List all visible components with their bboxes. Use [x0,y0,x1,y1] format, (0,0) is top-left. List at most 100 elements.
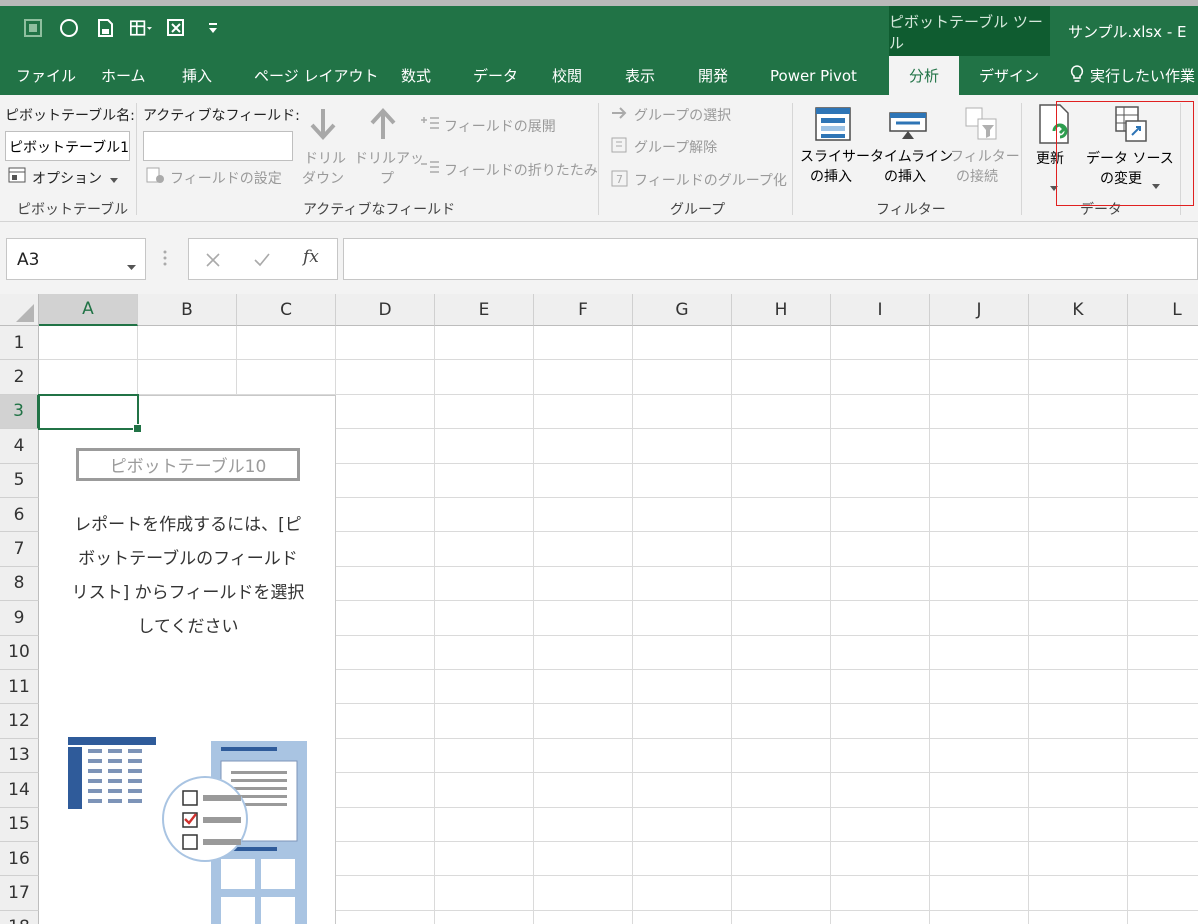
pivot-placeholder-message: レポートを作成するには、[ピ ボットテーブルのフィールド リスト] からフィール… [47,508,329,644]
insert-slicer-button[interactable]: スライサー の挿入 [800,105,870,197]
row-header-8[interactable]: 8 [0,566,39,602]
row-header-18[interactable]: 18 [0,910,39,924]
row-header-15[interactable]: 15 [0,807,39,842]
expand-field-button[interactable]: フィールドの展開 [420,115,556,137]
save-icon[interactable] [94,16,116,40]
column-header-i[interactable]: I [831,294,930,326]
column-header-k[interactable]: K [1029,294,1128,326]
select-all-corner[interactable] [0,294,39,326]
cancel-icon[interactable] [205,252,221,272]
tab-developer[interactable]: 開発 [698,56,728,95]
row-header-10[interactable]: 10 [0,635,39,670]
group-field-label: フィールドのグループ化 [634,173,787,189]
row-header-12[interactable]: 12 [0,704,39,739]
row-header-9[interactable]: 9 [0,601,39,636]
group-field-button[interactable]: 7 フィールドのグループ化 [610,169,787,191]
tab-formulas[interactable]: 数式 [401,56,431,95]
formula-input[interactable] [343,238,1198,280]
row-header-17[interactable]: 17 [0,876,39,911]
column-header-l[interactable]: L [1128,294,1198,326]
column-header-g[interactable]: G [633,294,732,326]
arrow-down-icon [306,107,340,145]
circle-icon[interactable] [58,16,80,40]
row-header-14[interactable]: 14 [0,773,39,808]
table-icon[interactable] [130,16,152,40]
tab-view[interactable]: 表示 [625,56,655,95]
column-header-d[interactable]: D [336,294,435,326]
row-header-1[interactable]: 1 [0,326,39,361]
insert-timeline-button[interactable]: タイムライン の挿入 [870,105,953,197]
active-field-label: アクティブなフィールド: [143,108,300,124]
column-header-e[interactable]: E [435,294,534,326]
pivot-name-input[interactable]: ピボットテーブル10 [5,131,130,161]
row-header-13[interactable]: 13 [0,738,39,774]
tab-data[interactable]: データ [473,56,518,95]
tab-power-pivot[interactable]: Power Pivot [770,56,857,95]
column-header-b[interactable]: B [138,294,237,326]
insert-timeline-label-1: タイムライン [870,149,954,165]
pivot-placeholder[interactable]: ピボットテーブル10 レポートを作成するには、[ピ ボットテーブルのフィールド … [39,395,336,924]
group-label-pivot: ピボットテーブル [17,202,129,218]
svg-text:7: 7 [616,173,623,186]
group-label-group: グループ [670,202,726,218]
row-header-2[interactable]: 2 [0,360,39,395]
gridline [731,326,732,924]
active-field-input[interactable] [143,131,293,161]
drill-up-button[interactable]: ドリルアッ プ [352,107,424,197]
group-separator [792,103,793,215]
row-header-11[interactable]: 11 [0,670,39,705]
column-header-h[interactable]: H [732,294,831,326]
tab-design[interactable]: デザイン [979,56,1039,95]
name-box[interactable]: A3 [6,238,146,280]
options-button[interactable]: オプション [8,167,118,189]
row-header-7[interactable]: 7 [0,532,39,567]
group-field-icon: 7 [610,169,630,191]
row-header-3[interactable]: 3 [0,394,39,430]
gridline [830,326,831,924]
tab-insert[interactable]: 挿入 [182,56,212,95]
filter-connections-label-1: フィルター [950,149,1020,165]
row-header-6[interactable]: 6 [0,498,39,533]
row-header-5[interactable]: 5 [0,463,39,498]
context-tab-label: ピボットテーブル ツール [889,6,1050,57]
autosave-icon[interactable] [22,16,44,40]
quick-access-toolbar [22,16,224,40]
group-selection-button[interactable]: グループの選択 [610,105,731,125]
column-header-a[interactable]: A [39,294,138,326]
drill-up-label-2: プ [380,171,394,187]
field-settings-icon [146,167,166,189]
gridline [1127,326,1128,924]
selected-cell[interactable] [38,394,142,433]
column-header-f[interactable]: F [534,294,633,326]
filter-connections-button[interactable]: フィルター の接続 [950,105,1020,197]
group-selection-label: グループの選択 [634,108,732,124]
tell-me-search[interactable]: 実行したい作業 [1070,56,1195,95]
collapse-field-button[interactable]: フィールドの折りたたみ [420,159,598,181]
insert-slicer-label-2: の挿入 [810,169,852,185]
expand-field-label: フィールドの展開 [444,119,556,135]
tab-analyze[interactable]: 分析 [889,56,959,95]
column-header-j[interactable]: J [930,294,1029,326]
tab-review[interactable]: 校閲 [552,56,582,95]
field-settings-button[interactable]: フィールドの設定 [146,167,282,189]
table-illustration-icon [68,737,156,815]
tab-file[interactable]: ファイル [16,56,76,95]
confirm-icon[interactable] [253,252,271,272]
row-header-4[interactable]: 4 [0,429,39,464]
collapse-field-label: フィールドの折りたたみ [444,163,598,179]
insert-slicer-label-1: スライサー [800,149,870,165]
column-header-c[interactable]: C [237,294,336,326]
drill-up-label-1: ドリルアッ [354,151,424,167]
row-header-16[interactable]: 16 [0,842,39,877]
drill-down-button[interactable]: ドリル ダウン [300,107,346,197]
ungroup-button[interactable]: グループ解除 [610,136,717,158]
qat-more-icon[interactable] [202,16,224,40]
insert-timeline-label-2: の挿入 [884,169,926,185]
name-box-dropdown-icon[interactable] [127,256,136,276]
filter-connections-icon [962,105,1000,147]
ribbon: ピボットテーブル名: ピボットテーブル10 オプション ピボットテーブル アクテ… [0,95,1198,222]
insert-function-icon[interactable]: fx [303,247,319,267]
tab-home[interactable]: ホーム [101,56,146,95]
form-icon[interactable] [166,16,188,40]
tab-page-layout[interactable]: ページ レイアウト [254,56,378,95]
